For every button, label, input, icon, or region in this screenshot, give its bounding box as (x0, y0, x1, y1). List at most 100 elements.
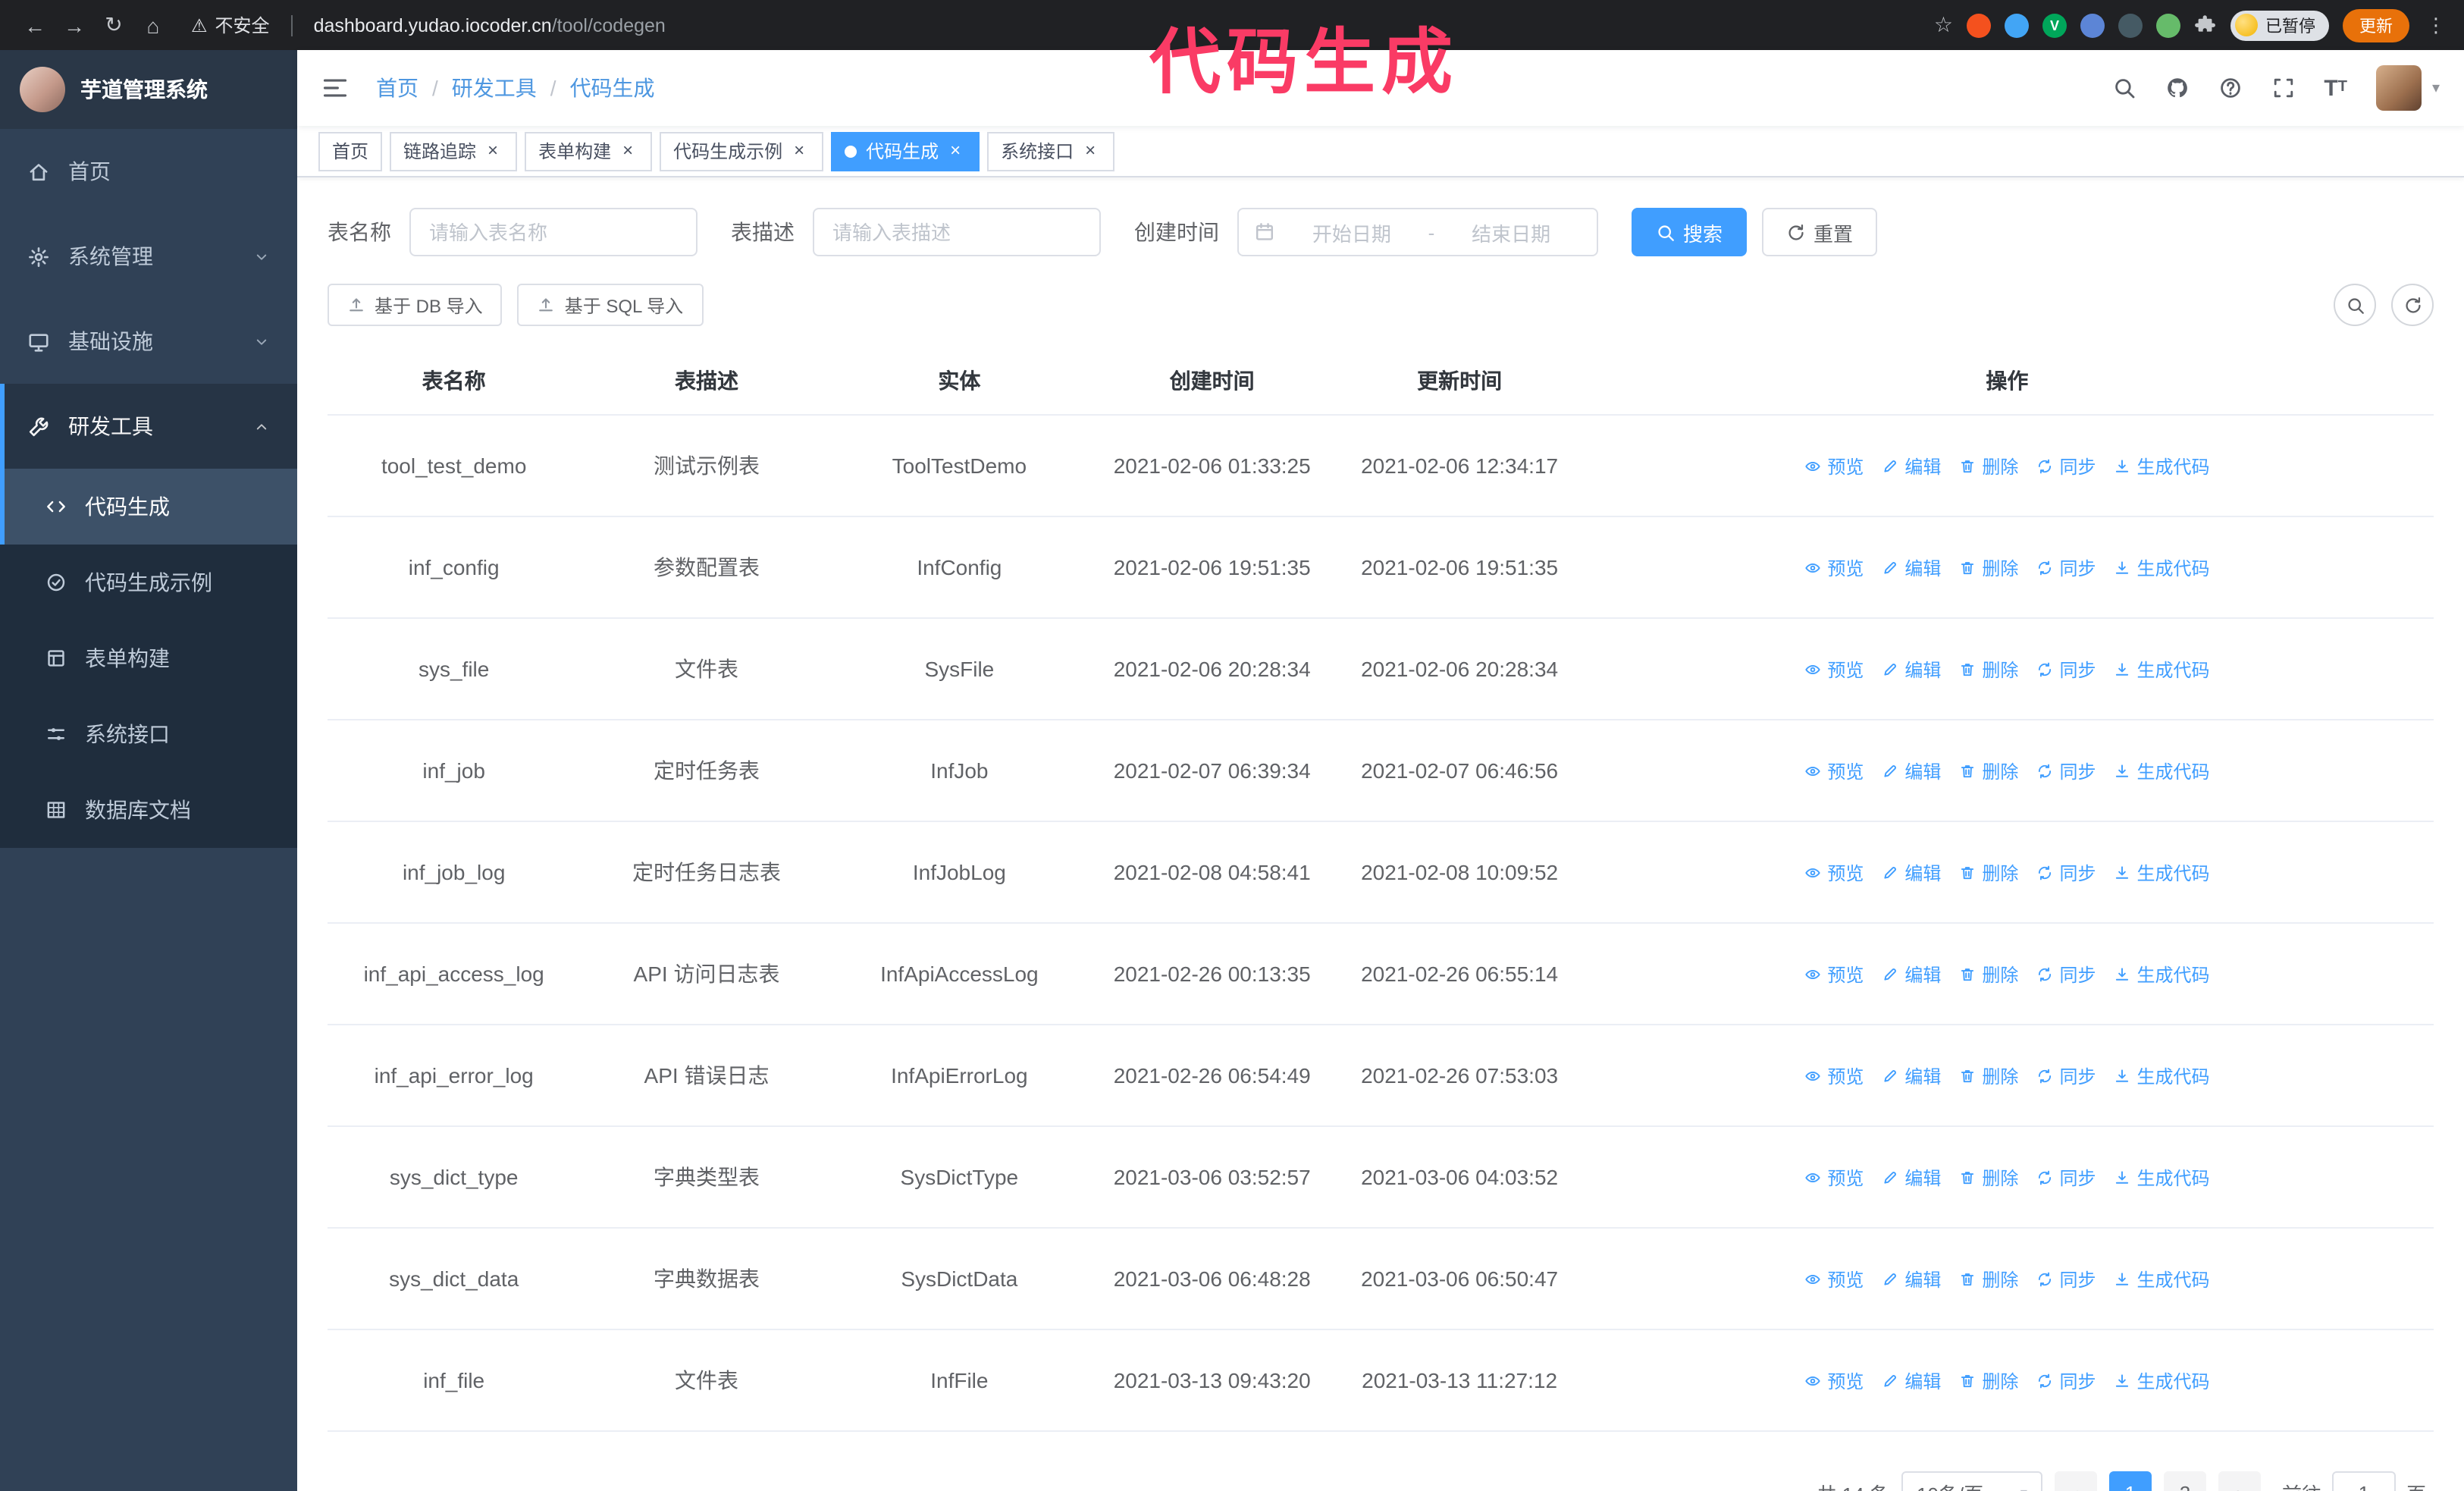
action-sync[interactable]: 同步 (2036, 758, 2096, 783)
action-eye[interactable]: 预览 (1804, 859, 1864, 885)
action-trash[interactable]: 删除 (1959, 1367, 2018, 1393)
refresh-table-button[interactable] (2391, 284, 2434, 326)
action-pencil[interactable]: 编辑 (1882, 758, 1941, 783)
reset-button[interactable]: 重置 (1762, 208, 1878, 256)
action-pencil[interactable]: 编辑 (1882, 1266, 1941, 1292)
action-download[interactable]: 生成代码 (2114, 453, 2210, 479)
sidebar-item-1[interactable]: 系统管理 (0, 214, 297, 299)
sidebar-subitem-0[interactable]: 代码生成 (0, 469, 297, 545)
extension-icon-3[interactable]: V (2042, 13, 2067, 37)
action-download[interactable]: 生成代码 (2114, 1266, 2210, 1292)
action-download[interactable]: 生成代码 (2114, 656, 2210, 682)
sidebar-subitem-4[interactable]: 数据库文档 (0, 772, 297, 848)
forward-icon[interactable]: → (58, 8, 91, 42)
action-pencil[interactable]: 编辑 (1882, 1164, 1941, 1190)
action-eye[interactable]: 预览 (1804, 554, 1864, 580)
github-icon[interactable] (2165, 76, 2189, 100)
tab-4[interactable]: 代码生成 × (831, 131, 980, 171)
hamburger-icon[interactable] (321, 74, 349, 102)
date-range-picker[interactable]: 开始日期 - 结束日期 (1237, 208, 1598, 256)
import-sql-button[interactable]: 基于 SQL 导入 (517, 284, 704, 326)
extension-icon-6[interactable] (2156, 13, 2180, 37)
sidebar-subitem-3[interactable]: 系统接口 (0, 696, 297, 772)
action-trash[interactable]: 删除 (1959, 961, 2018, 987)
action-sync[interactable]: 同步 (2036, 656, 2096, 682)
action-download[interactable]: 生成代码 (2114, 1367, 2210, 1393)
action-sync[interactable]: 同步 (2036, 859, 2096, 885)
help-icon[interactable] (2218, 76, 2242, 100)
page-button-2[interactable]: 2 (2163, 1471, 2206, 1491)
action-sync[interactable]: 同步 (2036, 1367, 2096, 1393)
action-trash[interactable]: 删除 (1959, 1266, 2018, 1292)
close-icon[interactable]: × (617, 140, 638, 162)
extensions-puzzle-icon[interactable] (2194, 14, 2217, 36)
extension-icon-5[interactable] (2118, 13, 2143, 37)
action-download[interactable]: 生成代码 (2114, 859, 2210, 885)
action-trash[interactable]: 删除 (1959, 758, 2018, 783)
action-download[interactable]: 生成代码 (2114, 1063, 2210, 1088)
tab-0[interactable]: 首页 (318, 131, 383, 171)
reload-icon[interactable]: ↻ (97, 8, 130, 42)
action-sync[interactable]: 同步 (2036, 961, 2096, 987)
logo[interactable]: 芋道管理系统 (0, 50, 297, 129)
sidebar-subitem-2[interactable]: 表单构建 (0, 620, 297, 696)
extension-icon-4[interactable] (2080, 13, 2105, 37)
menu-dots-icon[interactable]: ⋮ (2426, 13, 2446, 37)
sidebar-item-0[interactable]: 首页 (0, 129, 297, 214)
action-pencil[interactable]: 编辑 (1882, 961, 1941, 987)
action-download[interactable]: 生成代码 (2114, 961, 2210, 987)
breadcrumb-item-2[interactable]: 代码生成 (570, 73, 655, 103)
home-icon[interactable]: ⌂ (136, 8, 170, 42)
tab-2[interactable]: 表单构建 × (525, 131, 653, 171)
action-pencil[interactable]: 编辑 (1882, 859, 1941, 885)
page-button-1[interactable]: 1 (2108, 1471, 2152, 1491)
address-bar[interactable]: dashboard.yudao.iocoder.cn/tool/codegen (314, 14, 666, 36)
tab-1[interactable]: 链路追踪 × (390, 131, 518, 171)
goto-page-input[interactable] (2331, 1471, 2396, 1491)
user-menu[interactable]: ▾ (2375, 65, 2440, 111)
action-download[interactable]: 生成代码 (2114, 758, 2210, 783)
profile-paused-badge[interactable]: 已暂停 (2230, 10, 2329, 40)
action-eye[interactable]: 预览 (1804, 961, 1864, 987)
search-button[interactable]: 搜索 (1632, 208, 1748, 256)
back-icon[interactable]: ← (18, 8, 52, 42)
table-name-input[interactable] (409, 208, 698, 256)
action-pencil[interactable]: 编辑 (1882, 656, 1941, 682)
action-trash[interactable]: 删除 (1959, 554, 2018, 580)
action-sync[interactable]: 同步 (2036, 1266, 2096, 1292)
action-trash[interactable]: 删除 (1959, 1164, 2018, 1190)
fullscreen-icon[interactable] (2271, 76, 2295, 100)
action-eye[interactable]: 预览 (1804, 758, 1864, 783)
page-size-select[interactable]: 10条/页 ▾ (1901, 1471, 2042, 1491)
extension-icon-1[interactable] (1967, 13, 1991, 37)
action-sync[interactable]: 同步 (2036, 1063, 2096, 1088)
action-eye[interactable]: 预览 (1804, 656, 1864, 682)
action-pencil[interactable]: 编辑 (1882, 1063, 1941, 1088)
prev-page-button[interactable]: ‹ (2054, 1471, 2097, 1491)
extension-icon-2[interactable] (2005, 13, 2029, 37)
action-eye[interactable]: 预览 (1804, 1164, 1864, 1190)
breadcrumb-item-1[interactable]: 研发工具 (452, 73, 537, 103)
action-eye[interactable]: 预览 (1804, 453, 1864, 479)
close-icon[interactable]: × (945, 140, 966, 162)
action-sync[interactable]: 同步 (2036, 453, 2096, 479)
toggle-search-button[interactable] (2334, 284, 2376, 326)
action-download[interactable]: 生成代码 (2114, 1164, 2210, 1190)
close-icon[interactable]: × (1080, 140, 1101, 162)
action-eye[interactable]: 预览 (1804, 1266, 1864, 1292)
action-pencil[interactable]: 编辑 (1882, 453, 1941, 479)
action-download[interactable]: 生成代码 (2114, 554, 2210, 580)
font-size-icon[interactable]: TT (2324, 77, 2347, 99)
action-sync[interactable]: 同步 (2036, 1164, 2096, 1190)
action-eye[interactable]: 预览 (1804, 1367, 1864, 1393)
update-button[interactable]: 更新 (2343, 8, 2409, 42)
bookmark-star-icon[interactable]: ☆ (1934, 12, 1953, 38)
sidebar-item-2[interactable]: 基础设施 (0, 299, 297, 384)
next-page-button[interactable]: › (2218, 1471, 2261, 1491)
sidebar-item-3[interactable]: 研发工具 (0, 384, 297, 469)
action-trash[interactable]: 删除 (1959, 1063, 2018, 1088)
tab-3[interactable]: 代码生成示例 × (660, 131, 824, 171)
action-pencil[interactable]: 编辑 (1882, 1367, 1941, 1393)
action-eye[interactable]: 预览 (1804, 1063, 1864, 1088)
action-trash[interactable]: 删除 (1959, 453, 2018, 479)
